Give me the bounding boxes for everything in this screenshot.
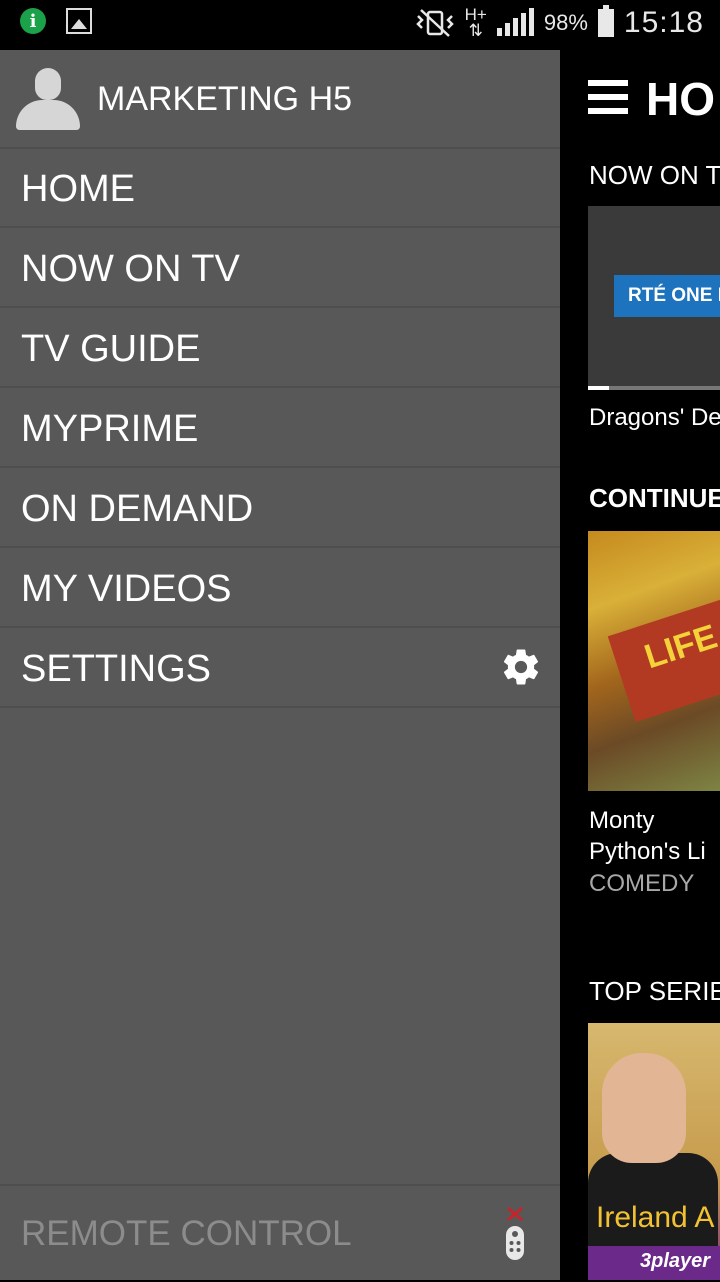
avatar-head — [35, 68, 61, 100]
signal-icon — [496, 8, 534, 36]
clock: 15:18 — [623, 6, 704, 39]
username: MARKETING H5 — [97, 80, 353, 118]
main-content: HO NOW ON T RTÉ ONE HD Dragons' De CONTI… — [560, 50, 720, 1280]
poster-brand-text: Ireland A — [596, 1201, 715, 1234]
status-bar: i H+ ⇅ 98% 15:18 — [0, 0, 720, 50]
menu-item-on-demand[interactable]: ON DEMAND — [0, 468, 560, 548]
menu-item-label: TV GUIDE — [21, 328, 201, 370]
menu-item-label: MY VIDEOS — [21, 568, 232, 610]
poster-badge-bar: 3player — [588, 1246, 720, 1280]
continue-watching-genre: COMEDY — [589, 870, 695, 897]
channel-badge: RTÉ ONE HD — [614, 275, 720, 317]
continue-watching-title-line2: Python's Li — [589, 838, 706, 865]
avatar — [16, 66, 80, 130]
status-right: H+ ⇅ 98% 15:18 — [415, 5, 704, 40]
now-on-tv-card[interactable]: RTÉ ONE HD — [588, 206, 720, 386]
section-title-continue-watching: CONTINUE — [589, 483, 720, 513]
page-title: HO — [646, 73, 715, 125]
avatar-body — [16, 100, 80, 130]
profile-header[interactable]: MARKETING H5 — [0, 50, 560, 149]
info-icon: i — [20, 8, 46, 34]
section-title-top-series: TOP SERIE — [589, 976, 720, 1006]
remote-disconnected-icon[interactable] — [500, 1206, 532, 1262]
remote-control-item[interactable]: REMOTE CONTROL — [0, 1184, 560, 1282]
progress-fill — [588, 386, 609, 390]
menu-item-label: ON DEMAND — [21, 488, 254, 530]
gallery-icon — [66, 8, 92, 34]
continue-watching-title-line1: Monty — [589, 807, 655, 834]
top-series-poster[interactable]: Ireland A 3player — [588, 1023, 720, 1280]
section-title-now-on-tv: NOW ON T — [589, 160, 720, 190]
data-arrows: ⇅ — [468, 21, 483, 40]
menu-item-tv-guide[interactable]: TV GUIDE — [0, 308, 560, 388]
menu-item-home[interactable]: HOME — [0, 148, 560, 228]
vibrate-icon — [415, 9, 454, 37]
menu-item-label: HOME — [21, 168, 135, 210]
remote-control-label: REMOTE CONTROL — [21, 1214, 352, 1253]
now-on-tv-program-title[interactable]: Dragons' De — [589, 404, 720, 432]
menu-item-settings[interactable]: SETTINGS — [0, 628, 560, 708]
3player-badge: 3player — [640, 1250, 711, 1272]
battery-percent: 98% — [543, 10, 588, 35]
menu-item-label: SETTINGS — [21, 648, 212, 690]
status-left: i — [20, 8, 92, 34]
menu-item-myprime[interactable]: MYPRIME — [0, 388, 560, 468]
poster-face — [602, 1053, 686, 1163]
menu-item-my-videos[interactable]: MY VIDEOS — [0, 548, 560, 628]
hamburger-menu-icon[interactable] — [588, 80, 628, 116]
continue-watching-poster[interactable]: LIFE OF BRIAN — [588, 531, 720, 791]
navigation-drawer: MARKETING H5 HOME NOW ON TV TV GUIDE MYP… — [0, 50, 560, 1280]
menu-item-label: MYPRIME — [21, 408, 199, 450]
battery-icon — [597, 5, 614, 37]
drawer-menu: HOME NOW ON TV TV GUIDE MYPRIME ON DEMAN… — [0, 148, 560, 708]
network-hplus-icon: H+ ⇅ — [465, 6, 487, 40]
program-progress-bar — [588, 386, 720, 390]
continue-watching-title[interactable]: Monty Python's Li — [589, 805, 706, 867]
gear-icon[interactable] — [500, 646, 542, 688]
menu-item-now-on-tv[interactable]: NOW ON TV — [0, 228, 560, 308]
menu-item-label: NOW ON TV — [21, 248, 240, 290]
